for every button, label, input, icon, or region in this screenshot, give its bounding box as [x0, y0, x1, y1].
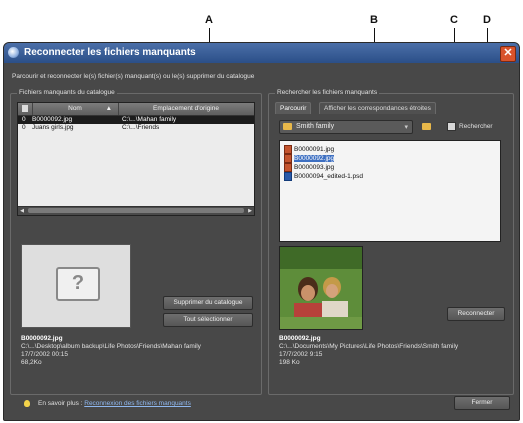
row-filename: B0000092.jpg — [32, 116, 73, 123]
search-label: Rechercher — [459, 123, 493, 130]
column-location[interactable]: Emplacement d'origine — [118, 103, 254, 115]
chevron-down-icon: ▾ — [404, 124, 408, 131]
horizontal-scrollbar[interactable]: ◀ ▶ — [18, 206, 254, 215]
file-name: B0000094_edited-1.psd — [294, 173, 364, 181]
scroll-right-icon[interactable]: ▶ — [246, 207, 254, 215]
reconnect-dialog: Reconnecter les fichiers manquants ✕ Par… — [3, 42, 520, 421]
table-header: Nom ▲ Emplacement d'origine — [18, 103, 254, 116]
tab-browse[interactable]: Parcourir — [275, 102, 312, 114]
close-dialog-button[interactable]: Fermer — [454, 396, 510, 410]
callout-b: B — [370, 14, 378, 26]
parent-folder-icon[interactable] — [422, 123, 431, 130]
missing-file-name: B0000092.jpg — [21, 335, 63, 342]
search-files-group: Rechercher les fichiers manquants Parcou… — [268, 89, 514, 395]
row-count: 0 — [22, 124, 26, 131]
psd-file-icon — [284, 172, 292, 181]
table-row[interactable]: 0 Juans girls.jpg C:\...\Friends — [18, 124, 254, 132]
tab-close-matches[interactable]: Afficher les correspondances étroites — [319, 102, 436, 114]
jpg-file-icon — [284, 163, 292, 172]
close-button[interactable]: ✕ — [500, 46, 516, 62]
column-name-label: Nom — [68, 105, 82, 112]
row-filename: Juans girls.jpg — [32, 124, 74, 131]
file-browser-list[interactable]: B0000091.jpg B0000092.jpg B0000093.jpg B… — [279, 140, 501, 242]
folder-dropdown-value: Smith family — [296, 123, 335, 130]
remove-from-catalog-button[interactable]: Supprimer du catalogue — [163, 296, 253, 310]
jpg-file-icon — [284, 154, 292, 163]
title-bar: Reconnecter les fichiers manquants ✕ — [4, 43, 519, 63]
file-name: B0000093.jpg — [294, 164, 335, 172]
list-item[interactable]: B0000093.jpg — [284, 163, 335, 172]
missing-file-path: C:\...\Desktop\album backup\Life Photos\… — [21, 343, 201, 350]
photo-thumbnail — [280, 247, 362, 329]
search-checkbox[interactable] — [447, 122, 456, 131]
list-item[interactable]: B0000092.jpg — [284, 154, 335, 163]
row-location: C:\...\Mahan family — [122, 116, 177, 123]
jpg-file-icon — [284, 145, 292, 154]
scroll-thumb[interactable] — [28, 208, 244, 213]
found-photo-preview — [279, 246, 363, 330]
list-item[interactable]: B0000094_edited-1.psd — [284, 172, 364, 181]
learn-more: En savoir plus : Reconnexion des fichier… — [38, 400, 191, 408]
found-file-info: B0000092.jpg C:\...\Documents\My Picture… — [279, 335, 509, 367]
dialog-title: Reconnecter les fichiers manquants — [24, 47, 196, 58]
file-name: B0000092.jpg — [294, 155, 335, 163]
missing-preview: ? — [21, 244, 131, 328]
file-type-icon — [22, 105, 28, 112]
column-location-label: Emplacement d'origine — [153, 105, 219, 112]
search-files-group-label: Rechercher les fichiers manquants — [275, 89, 380, 96]
missing-files-group: Fichiers manquants du catalogue Nom ▲ Em… — [10, 89, 262, 395]
row-location: C:\...\Friends — [122, 124, 160, 131]
list-item[interactable]: B0000091.jpg — [284, 145, 335, 154]
learn-more-prefix: En savoir plus : — [38, 400, 83, 407]
row-count: 0 — [22, 116, 26, 123]
scroll-left-icon[interactable]: ◀ — [18, 207, 26, 215]
lightbulb-icon — [24, 400, 30, 407]
missing-file-date: 17/7/2002 00:15 — [21, 351, 68, 358]
table-row[interactable]: 0 B0000092.jpg C:\...\Mahan family — [18, 116, 254, 124]
learn-more-link[interactable]: Reconnexion des fichiers manquants — [84, 400, 191, 407]
folder-icon — [283, 123, 292, 130]
callout-c: C — [450, 14, 458, 26]
missing-files-group-label: Fichiers manquants du catalogue — [17, 89, 117, 96]
folder-dropdown[interactable]: Smith family ▾ — [279, 120, 413, 134]
app-icon — [8, 47, 19, 58]
missing-file-info: B0000092.jpg C:\...\Desktop\album backup… — [21, 335, 257, 367]
missing-files-table[interactable]: Nom ▲ Emplacement d'origine 0 B0000092.j… — [17, 102, 255, 216]
found-file-size: 198 Ko — [279, 359, 300, 366]
found-file-date: 17/7/2002 9:15 — [279, 351, 323, 358]
callout-d: D — [483, 14, 491, 26]
missing-image-icon: ? — [56, 267, 100, 301]
found-file-name: B0000092.jpg — [279, 335, 321, 342]
column-name[interactable]: Nom ▲ — [32, 103, 119, 115]
sort-arrow-icon: ▲ — [105, 105, 112, 112]
column-icon[interactable] — [18, 103, 33, 115]
select-all-button[interactable]: Tout sélectionner — [163, 313, 253, 327]
found-file-path: C:\...\Documents\My Pictures\Life Photos… — [279, 343, 459, 350]
reconnect-button[interactable]: Reconnecter — [447, 307, 505, 321]
dialog-description: Parcourir et reconnecter le(s) fichier(s… — [12, 73, 255, 80]
missing-file-size: 68,2Ko — [21, 359, 42, 366]
file-name: B0000091.jpg — [294, 146, 335, 154]
callout-a: A — [205, 14, 213, 26]
